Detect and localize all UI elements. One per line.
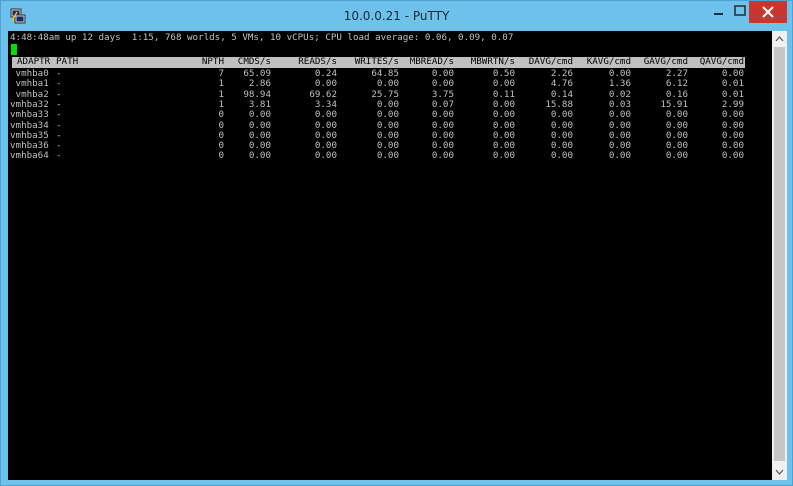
column-header-writess: WRITES/s (354, 56, 399, 67)
column-header-cmdss: CMDS/s (237, 56, 271, 67)
cell-adapter: vmhba64 (10, 150, 49, 162)
cell-mbread: 0.00 (431, 150, 454, 162)
terminal-screen[interactable]: 4:48:48am up 12 days 1:15, 768 worlds, 5… (8, 31, 772, 480)
status-line: 4:48:48am up 12 days 1:15, 768 worlds, 5… (10, 32, 514, 43)
cell-mbwrtn: 0.00 (492, 150, 515, 162)
minimize-button[interactable] (705, 1, 731, 23)
cell-gavg: 0.00 (665, 109, 688, 121)
cell-davg: 0.00 (550, 109, 573, 121)
cell-davg: 0.00 (550, 150, 573, 162)
cell-reads: 0.00 (314, 109, 337, 121)
putty-window: 10.0.0.21 - PuTTY 4:48:48am up 12 days 1… (0, 0, 793, 486)
window-title: 10.0.0.21 - PuTTY (343, 9, 450, 23)
title-bar[interactable]: 10.0.0.21 - PuTTY (1, 1, 792, 31)
cell-mbwrtn: 0.00 (492, 109, 515, 121)
column-header-davgcmd: DAVG/cmd (528, 56, 573, 67)
cell-qavg: 0.00 (721, 109, 744, 121)
cell-path: - (56, 109, 62, 121)
minimize-icon (714, 13, 723, 15)
column-header-mbreads: MBREAD/s (409, 56, 454, 67)
maximize-icon (734, 5, 746, 16)
column-header-mbwrtns: MBWRTN/s (470, 56, 515, 67)
scroll-down-button[interactable] (772, 464, 787, 480)
chevron-down-icon (775, 469, 784, 475)
terminal-cursor (11, 44, 17, 55)
cell-qavg: 0.00 (721, 150, 744, 162)
cell-reads: 0.00 (314, 150, 337, 162)
chevron-up-icon (775, 36, 784, 42)
cell-cmds: 0.00 (248, 109, 271, 121)
cell-adapter: vmhba33 (10, 109, 49, 121)
cell-writes: 0.00 (376, 109, 399, 121)
cell-writes: 0.00 (376, 150, 399, 162)
close-icon (762, 6, 774, 18)
vertical-scrollbar[interactable] (772, 31, 787, 480)
column-header-qavgcmd: QAVG/cmd (699, 56, 744, 67)
cell-path: - (56, 150, 62, 162)
terminal-client-area[interactable]: 4:48:48am up 12 days 1:15, 768 worlds, 5… (8, 31, 787, 480)
scroll-up-button[interactable] (772, 31, 787, 47)
cell-gavg: 0.00 (665, 150, 688, 162)
column-header-readss: READS/s (298, 56, 337, 67)
column-header-adaptr: ADAPTR (17, 56, 51, 67)
cell-mbread: 0.00 (431, 109, 454, 121)
cell-kavg: 0.00 (608, 109, 631, 121)
close-button[interactable] (749, 1, 787, 23)
column-header-path: PATH (56, 56, 79, 67)
cell-cmds: 0.00 (248, 150, 271, 162)
column-header-gavgcmd: GAVG/cmd (643, 56, 688, 67)
cell-kavg: 0.00 (608, 150, 631, 162)
scrollbar-thumb[interactable] (774, 47, 785, 461)
column-header-kavgcmd: KAVG/cmd (586, 56, 631, 67)
